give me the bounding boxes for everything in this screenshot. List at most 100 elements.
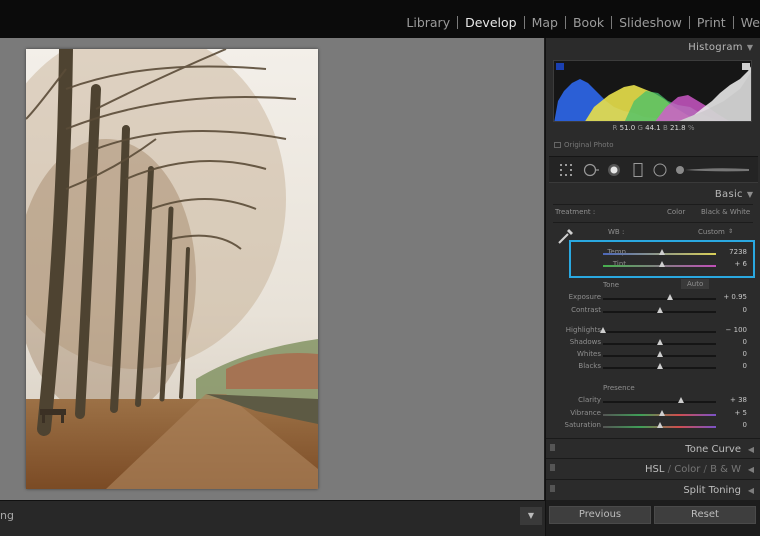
panel-switch-icon[interactable] xyxy=(550,444,555,451)
collapse-triangle-icon: ▼ xyxy=(746,190,753,199)
exposure-slider[interactable]: Exposure + 0.95 xyxy=(546,293,760,305)
dropdown-arrows-icon[interactable]: ⇕ xyxy=(728,228,733,235)
crop-overlay-icon[interactable] xyxy=(559,163,573,177)
whites-slider[interactable]: Whites 0 xyxy=(546,350,760,362)
hsl-panel-header[interactable]: HSL / Color / B & W ◀ xyxy=(546,458,760,478)
shadows-slider[interactable]: Shadows 0 xyxy=(546,338,760,350)
basic-panel-header[interactable]: Basic ▼ xyxy=(546,189,760,200)
original-photo-toggle[interactable]: Original Photo xyxy=(554,141,614,149)
basic-title: Basic xyxy=(714,189,743,200)
percent-unit: % xyxy=(687,124,695,132)
vibrance-value[interactable]: + 5 xyxy=(734,409,747,417)
exposure-thumb[interactable] xyxy=(666,294,673,300)
highlights-track[interactable] xyxy=(603,331,716,333)
bw-tab[interactable]: B & W xyxy=(710,464,741,475)
split-toning-panel-header[interactable]: Split Toning ◀ xyxy=(546,479,760,499)
histogram-header[interactable]: Histogram ▼ xyxy=(546,42,760,53)
whites-value[interactable]: 0 xyxy=(743,350,747,358)
contrast-thumb[interactable] xyxy=(656,307,663,313)
shadows-value[interactable]: 0 xyxy=(743,338,747,346)
expand-triangle-icon: ◀ xyxy=(747,445,754,454)
previous-button[interactable]: Previous xyxy=(549,506,651,524)
saturation-label: Saturation xyxy=(564,421,602,429)
contrast-slider[interactable]: Contrast 0 xyxy=(546,306,760,318)
tone-curve-panel-header[interactable]: Tone Curve ◀ xyxy=(546,438,760,458)
red-eye-icon[interactable] xyxy=(607,163,621,177)
module-library[interactable]: Library xyxy=(399,15,457,30)
tree-avenue-image xyxy=(26,49,318,489)
eyedropper-icon[interactable] xyxy=(556,226,576,246)
module-web[interactable]: We xyxy=(734,15,760,30)
treatment-label: Treatment : xyxy=(555,208,596,216)
highlights-value[interactable]: − 100 xyxy=(726,326,747,334)
divider xyxy=(553,204,753,205)
original-photo-label: Original Photo xyxy=(564,141,614,149)
module-develop[interactable]: Develop xyxy=(458,15,523,30)
module-slideshow[interactable]: Slideshow xyxy=(612,15,689,30)
split-toning-title: Split Toning xyxy=(683,485,741,496)
highlights-slider[interactable]: Highlights − 100 xyxy=(546,326,760,338)
tone-curve-title: Tone Curve xyxy=(685,444,741,455)
tone-label: Tone xyxy=(603,281,620,289)
adjustment-brush-icon[interactable] xyxy=(675,163,751,177)
vibrance-label: Vibrance xyxy=(570,409,601,417)
panel-switch-icon[interactable] xyxy=(550,485,555,492)
hsl-tab[interactable]: HSL xyxy=(645,464,664,475)
blacks-value[interactable]: 0 xyxy=(743,362,747,370)
treatment-color-button[interactable]: Color xyxy=(667,208,685,216)
whites-label: Whites xyxy=(576,350,601,358)
tint-value[interactable]: + 6 xyxy=(734,260,747,268)
histogram-graph[interactable] xyxy=(553,60,752,122)
saturation-thumb[interactable] xyxy=(656,422,663,428)
vibrance-thumb[interactable] xyxy=(658,410,665,416)
module-print[interactable]: Print xyxy=(690,15,733,30)
saturation-slider[interactable]: Saturation 0 xyxy=(546,421,760,433)
color-tab[interactable]: Color xyxy=(674,464,700,475)
contrast-value[interactable]: 0 xyxy=(743,306,747,314)
histogram-title: Histogram xyxy=(688,42,743,53)
expand-triangle-icon: ◀ xyxy=(747,486,754,495)
exposure-track[interactable] xyxy=(603,298,716,300)
wb-preset-dropdown[interactable]: Custom xyxy=(698,228,725,236)
module-book[interactable]: Book xyxy=(566,15,611,30)
shadows-thumb[interactable] xyxy=(656,339,663,345)
clarity-track[interactable] xyxy=(603,401,716,403)
module-map[interactable]: Map xyxy=(525,15,565,30)
spot-removal-icon[interactable] xyxy=(583,163,599,177)
tint-slider[interactable]: Tint + 6 xyxy=(546,260,760,272)
clarity-label: Clarity xyxy=(578,396,601,404)
histogram-curves xyxy=(554,63,751,121)
reset-button[interactable]: Reset xyxy=(654,506,756,524)
temp-slider[interactable]: Temp 7238 xyxy=(546,248,760,260)
panel-switch-icon[interactable] xyxy=(550,464,555,471)
exposure-value[interactable]: + 0.95 xyxy=(723,293,747,301)
histogram-rgb-readout: R 51.0 G 44.1 B 21.8 % xyxy=(546,124,760,132)
photo-canvas[interactable] xyxy=(0,38,544,500)
module-nav: Library Develop Map Book Slideshow Print… xyxy=(399,13,760,31)
contrast-label: Contrast xyxy=(571,306,601,314)
clarity-slider[interactable]: Clarity + 38 xyxy=(546,396,760,408)
treatment-bw-button[interactable]: Black & White xyxy=(701,208,750,216)
expand-triangle-icon: ◀ xyxy=(747,465,754,474)
r-label: R xyxy=(612,124,618,132)
temp-value[interactable]: 7238 xyxy=(729,248,747,256)
saturation-value[interactable]: 0 xyxy=(743,421,747,429)
checkbox-icon[interactable] xyxy=(554,142,561,148)
hsl-title-group: HSL / Color / B & W xyxy=(645,464,741,475)
radial-filter-icon[interactable] xyxy=(653,163,667,177)
shadows-label: Shadows xyxy=(569,338,601,346)
clarity-thumb[interactable] xyxy=(677,397,684,403)
graduated-filter-icon[interactable] xyxy=(631,163,645,177)
develop-right-panel: Histogram ▼ R 51.0 G 44.1 B 21.8 % Origin… xyxy=(545,38,760,536)
photo-preview[interactable] xyxy=(26,49,318,489)
toolbar-dropdown-button[interactable]: ▼ xyxy=(520,507,542,525)
clarity-value[interactable]: + 38 xyxy=(730,396,747,404)
vibrance-slider[interactable]: Vibrance + 5 xyxy=(546,409,760,421)
blacks-thumb[interactable] xyxy=(656,363,663,369)
whites-thumb[interactable] xyxy=(656,351,663,357)
auto-tone-button[interactable]: Auto xyxy=(681,279,710,289)
blacks-slider[interactable]: Blacks 0 xyxy=(546,362,760,374)
highlights-thumb[interactable] xyxy=(600,327,606,333)
temp-thumb[interactable] xyxy=(658,249,665,255)
tint-thumb[interactable] xyxy=(658,261,665,267)
